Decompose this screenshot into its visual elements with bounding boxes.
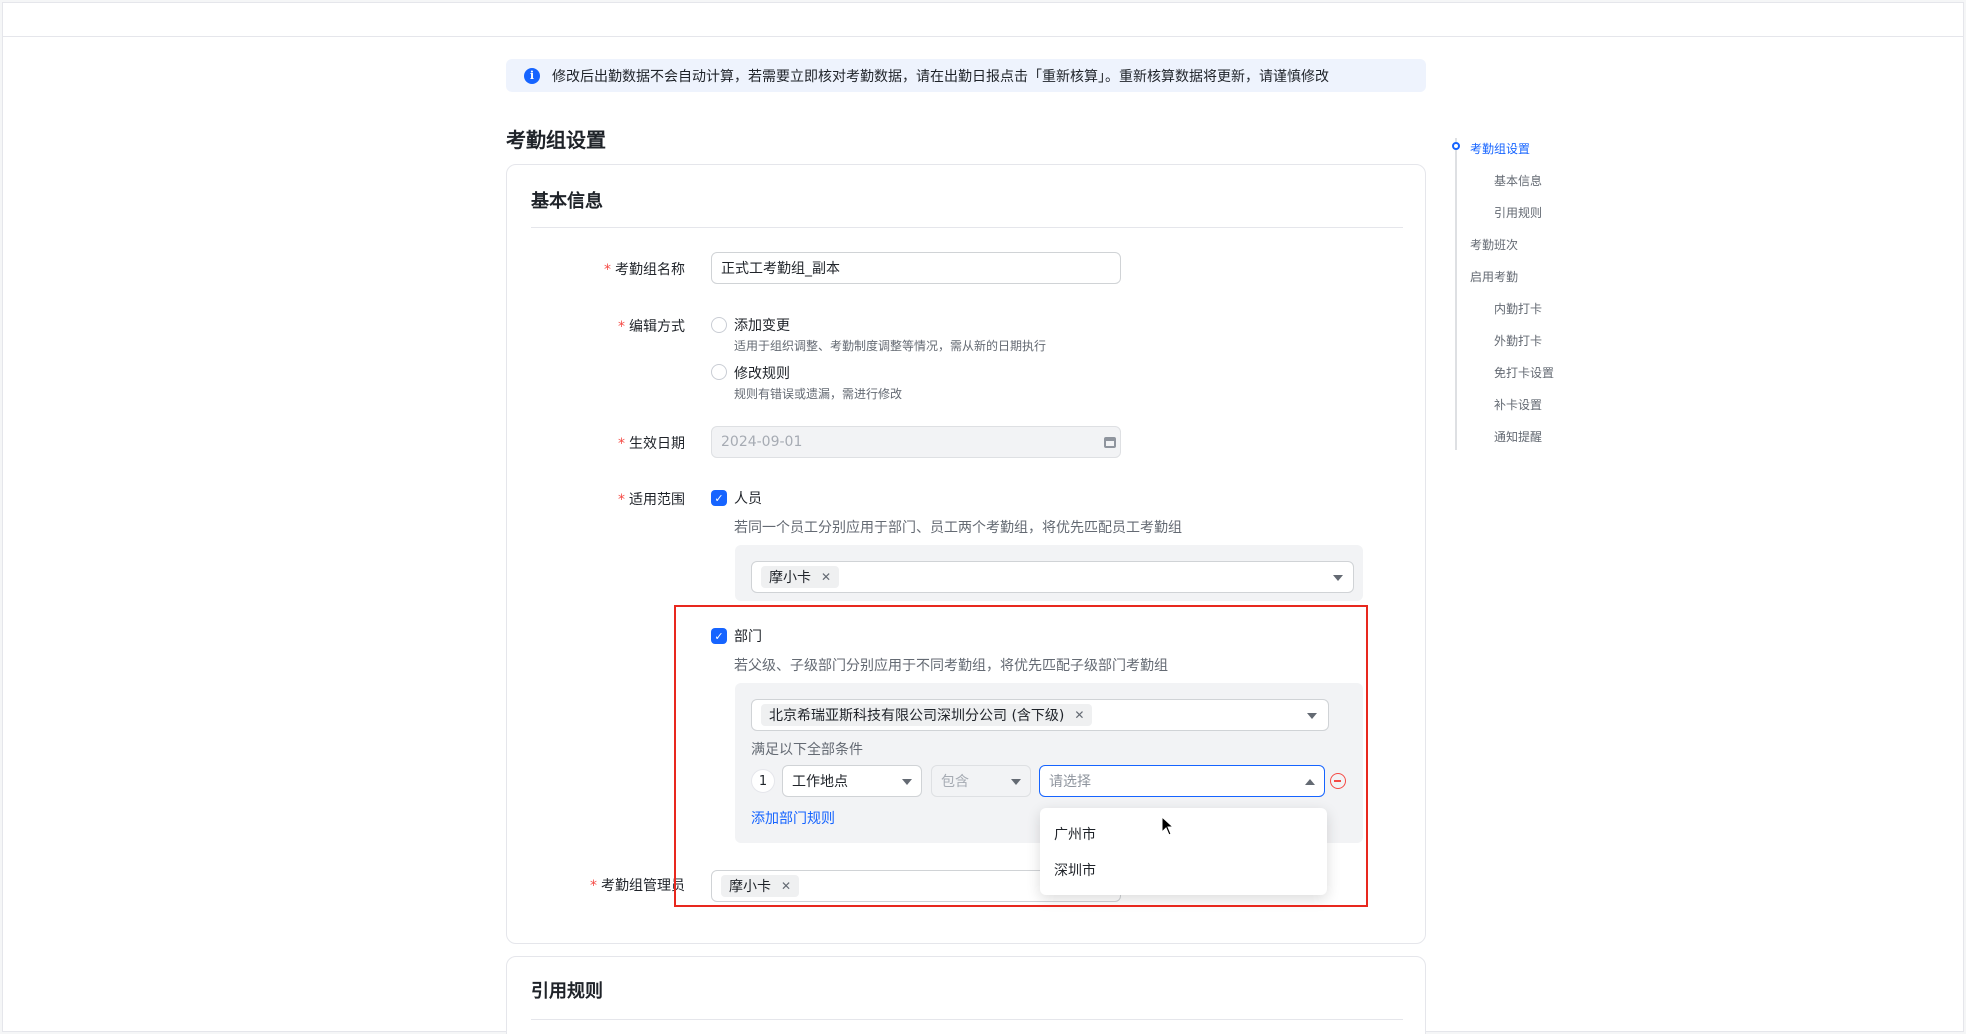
page-title: 考勤组设置	[506, 128, 606, 152]
radio-add-change[interactable]	[711, 317, 727, 333]
anchor-item-group-settings[interactable]: 考勤组设置	[1470, 140, 1530, 157]
person-tag: 摩小卡 ✕	[761, 566, 840, 588]
person-hint: 若同一个员工分别应用于部门、员工两个考勤组，将优先匹配员工考勤组	[734, 520, 1182, 536]
person-checkbox[interactable]: ✓	[711, 490, 727, 506]
option-add-change-title: 添加变更	[734, 318, 790, 334]
anchor-item-exempt[interactable]: 免打卡设置	[1494, 364, 1554, 381]
info-icon: i	[524, 67, 540, 84]
effective-date-label: * 生效日期	[618, 436, 685, 452]
radio-modify-rule[interactable]	[711, 364, 727, 380]
anchor-item-basic-info[interactable]: 基本信息	[1494, 172, 1542, 189]
calendar-icon	[1104, 437, 1116, 448]
option-modify-rule-desc: 规则有错误或遗漏，需进行修改	[734, 387, 903, 401]
divider	[531, 1019, 1403, 1020]
edit-mode-label: * 编辑方式	[618, 319, 685, 335]
admin-label: * 考勤组管理员	[590, 878, 685, 894]
basic-info-title: 基本信息	[531, 191, 603, 212]
anchor-item-inside-clock[interactable]: 内勤打卡	[1494, 300, 1542, 317]
anchor-item-outside-clock[interactable]: 外勤打卡	[1494, 332, 1542, 349]
person-label: 人员	[734, 491, 762, 507]
anchor-item-shifts[interactable]: 考勤班次	[1470, 236, 1518, 253]
group-name-input[interactable]: 正式工考勤组_副本	[711, 252, 1121, 284]
divider	[531, 227, 1403, 228]
person-select[interactable]: 摩小卡 ✕	[751, 561, 1354, 593]
anchor-item-rules[interactable]: 引用规则	[1494, 204, 1542, 221]
group-name-label: * 考勤组名称	[604, 262, 685, 278]
banner-text: 修改后出勤数据不会自动计算，若需要立即核对考勤数据，请在出勤日报点击「重新核算」…	[552, 68, 1329, 85]
anchor-item-makeup[interactable]: 补卡设置	[1494, 396, 1542, 413]
highlight-box	[674, 605, 1368, 907]
anchor-active-dot	[1452, 142, 1460, 150]
rule-title: 引用规则	[531, 981, 603, 1002]
anchor-item-notify[interactable]: 通知提醒	[1494, 428, 1542, 445]
info-banner: i 修改后出勤数据不会自动计算，若需要立即核对考勤数据，请在出勤日报点击「重新核…	[506, 59, 1426, 92]
anchor-line	[1455, 138, 1457, 450]
anchor-item-enable[interactable]: 启用考勤	[1470, 268, 1518, 285]
option-modify-rule-title: 修改规则	[734, 366, 790, 382]
option-add-change-desc: 适用于组织调整、考勤制度调整等情况，需从新的日期执行	[734, 339, 1047, 353]
tag-close-icon[interactable]: ✕	[821, 570, 831, 584]
chevron-down-icon	[1333, 575, 1343, 581]
effective-date-input[interactable]: 2024-09-01	[711, 426, 1121, 458]
scope-label: * 适用范围	[618, 492, 685, 508]
top-bar	[3, 3, 1963, 37]
rule-card: 引用规则	[506, 956, 1426, 1034]
